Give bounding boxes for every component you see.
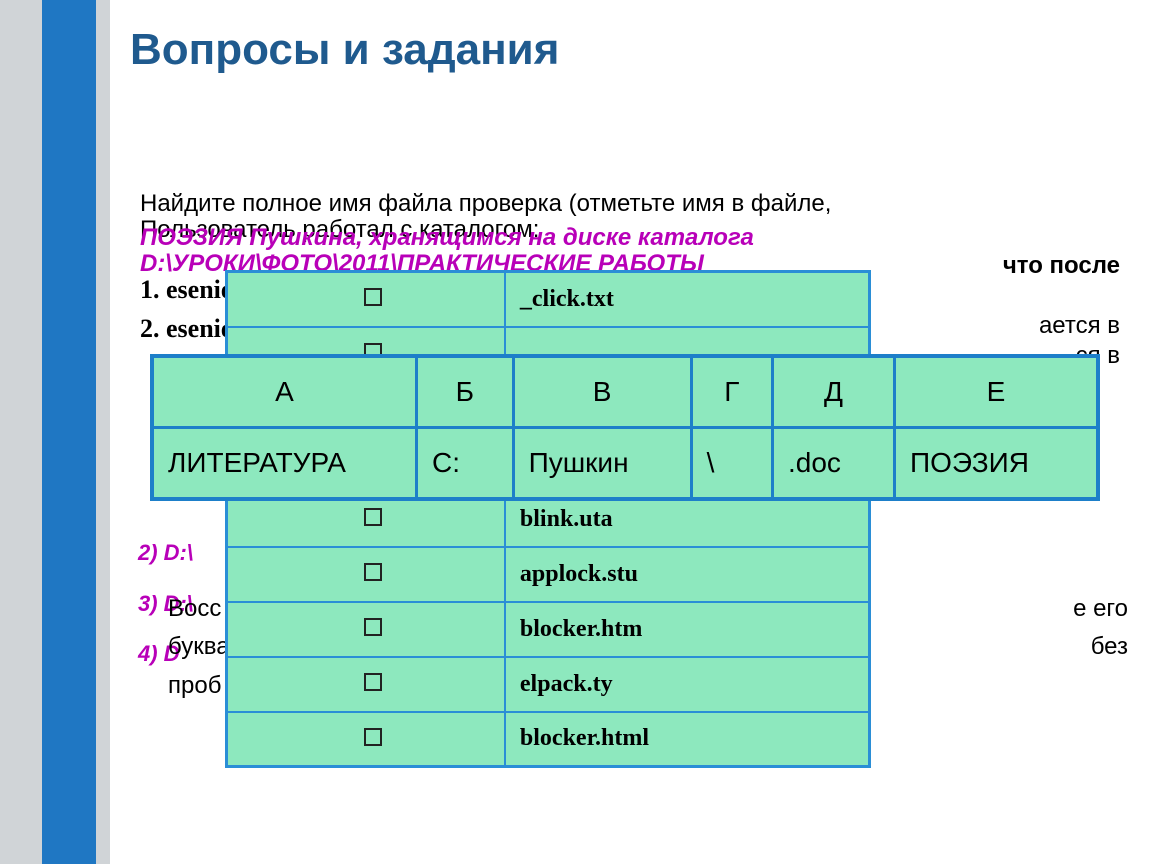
cell-backslash: \ <box>691 428 772 500</box>
col-C: В <box>513 356 691 428</box>
bg-fragment-right-1: что после <box>900 250 1120 282</box>
filename-cell: blocker.html <box>505 712 870 767</box>
filename-cell: blocker.htm <box>505 602 870 657</box>
sidebar-accent <box>42 0 96 864</box>
vosst-frag-3: буква <box>168 633 230 660</box>
table-row: applock.stu <box>227 547 870 602</box>
checkbox-cell[interactable] <box>227 602 505 657</box>
numlist-2: 2) D:\ <box>138 528 193 579</box>
cell-pushkin: Пушкин <box>513 428 691 500</box>
checkbox-icon[interactable] <box>364 728 382 746</box>
table-row: blocker.htm <box>227 602 870 657</box>
filename-cell: elpack.ty <box>505 657 870 712</box>
checkbox-icon[interactable] <box>364 673 382 691</box>
checkbox-icon[interactable] <box>364 508 382 526</box>
filename-cell: applock.stu <box>505 547 870 602</box>
table-header-row: А Б В Г Д Е <box>152 356 1098 428</box>
vosst-frag-5: проб <box>168 672 221 699</box>
checkbox-cell[interactable] <box>227 657 505 712</box>
file-table: _click.txt blink.uta applock.stu blocker… <box>225 270 871 768</box>
checkbox-icon[interactable] <box>364 618 382 636</box>
sidebar-band <box>0 0 110 864</box>
col-A: А <box>152 356 416 428</box>
col-G: Г <box>691 356 772 428</box>
vosst-frag-2: е его <box>1073 590 1128 628</box>
vosst-frag-4: без <box>1091 628 1128 666</box>
table-row: blocker.html <box>227 712 870 767</box>
filename-cell: _click.txt <box>505 272 870 327</box>
col-B: Б <box>416 356 513 428</box>
checkbox-cell[interactable] <box>227 547 505 602</box>
page-title: Вопросы и задания <box>130 25 559 75</box>
cell-drive: C: <box>416 428 513 500</box>
vosst-frag-1: Восс <box>168 595 221 622</box>
checkbox-icon[interactable] <box>364 288 382 306</box>
cell-doc: .doc <box>772 428 894 500</box>
checkbox-icon[interactable] <box>364 563 382 581</box>
checkbox-cell[interactable] <box>227 272 505 327</box>
table-row: _click.txt <box>227 272 870 327</box>
col-D: Д <box>772 356 894 428</box>
letter-path-table: А Б В Г Д Е ЛИТЕРАТУРА C: Пушкин \ .doc … <box>150 354 1100 501</box>
table-data-row: ЛИТЕРАТУРА C: Пушкин \ .doc ПОЭЗИЯ <box>152 428 1098 500</box>
col-E: Е <box>895 356 1098 428</box>
bg-fragment-right-2: ается в <box>1010 310 1120 342</box>
checkbox-cell[interactable] <box>227 712 505 767</box>
cell-literature: ЛИТЕРАТУРА <box>152 428 416 500</box>
cell-poetry: ПОЭЗИЯ <box>895 428 1098 500</box>
table-row: elpack.ty <box>227 657 870 712</box>
